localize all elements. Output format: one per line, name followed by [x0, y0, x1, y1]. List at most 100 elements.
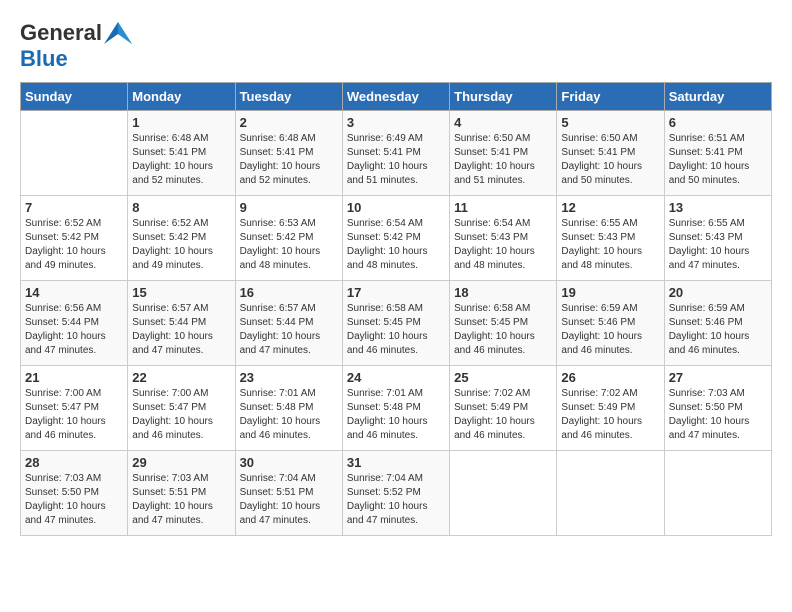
day-info: Sunrise: 6:55 AM Sunset: 5:43 PM Dayligh… [561, 217, 659, 273]
calendar-cell [450, 451, 557, 536]
day-number: 24 [347, 370, 445, 385]
day-info: Sunrise: 7:00 AM Sunset: 5:47 PM Dayligh… [132, 387, 230, 443]
day-info: Sunrise: 6:53 AM Sunset: 5:42 PM Dayligh… [240, 217, 338, 273]
day-info: Sunrise: 6:54 AM Sunset: 5:43 PM Dayligh… [454, 217, 552, 273]
day-number: 11 [454, 200, 552, 215]
calendar-cell: 22Sunrise: 7:00 AM Sunset: 5:47 PM Dayli… [128, 366, 235, 451]
logo-general: General [20, 20, 132, 46]
calendar-cell: 10 Sunrise: 6:54 AM Sunset: 5:42 PM Dayli… [342, 196, 449, 281]
day-info: Sunrise: 6:58 AM Sunset: 5:45 PM Dayligh… [454, 302, 552, 358]
day-info: Sunrise: 6:52 AM Sunset: 5:42 PM Dayligh… [25, 217, 123, 273]
calendar-cell: 13Sunrise: 6:55 AM Sunset: 5:43 PM Dayli… [664, 196, 771, 281]
day-info: Sunrise: 6:52 AM Sunset: 5:42 PM Dayligh… [132, 217, 230, 273]
day-info: Sunrise: 7:03 AM Sunset: 5:50 PM Dayligh… [669, 387, 767, 443]
day-info: Sunrise: 7:02 AM Sunset: 5:49 PM Dayligh… [561, 387, 659, 443]
day-number: 17 [347, 285, 445, 300]
calendar-cell: 26Sunrise: 7:02 AM Sunset: 5:49 PM Dayli… [557, 366, 664, 451]
weekday-header-monday: Monday [128, 83, 235, 111]
calendar-week-3: 14 Sunrise: 6:56 AM Sunset: 5:44 PM Dayli… [21, 281, 772, 366]
day-info: Sunrise: 6:51 AM Sunset: 5:41 PM Dayligh… [669, 132, 767, 188]
day-number: 12 [561, 200, 659, 215]
calendar-cell: 15Sunrise: 6:57 AM Sunset: 5:44 PM Dayli… [128, 281, 235, 366]
day-number: 9 [240, 200, 338, 215]
day-info: Sunrise: 7:03 AM Sunset: 5:51 PM Dayligh… [132, 472, 230, 528]
calendar-cell: 18 Sunrise: 6:58 AM Sunset: 5:45 PM Dayli… [450, 281, 557, 366]
day-number: 7 [25, 200, 123, 215]
logo: General Blue [20, 20, 132, 72]
day-info: Sunrise: 6:57 AM Sunset: 5:44 PM Dayligh… [240, 302, 338, 358]
weekday-header-saturday: Saturday [664, 83, 771, 111]
calendar-cell [557, 451, 664, 536]
weekday-header-tuesday: Tuesday [235, 83, 342, 111]
day-number: 10 [347, 200, 445, 215]
day-number: 13 [669, 200, 767, 215]
calendar-cell: 23 Sunrise: 7:01 AM Sunset: 5:48 PM Dayli… [235, 366, 342, 451]
calendar-cell: 31 Sunrise: 7:04 AM Sunset: 5:52 PM Dayli… [342, 451, 449, 536]
day-number: 18 [454, 285, 552, 300]
day-number: 16 [240, 285, 338, 300]
calendar-cell: 9 Sunrise: 6:53 AM Sunset: 5:42 PM Daylig… [235, 196, 342, 281]
day-info: Sunrise: 6:59 AM Sunset: 5:46 PM Dayligh… [669, 302, 767, 358]
day-info: Sunrise: 7:01 AM Sunset: 5:48 PM Dayligh… [240, 387, 338, 443]
calendar-cell [21, 111, 128, 196]
day-info: Sunrise: 6:56 AM Sunset: 5:44 PM Dayligh… [25, 302, 123, 358]
calendar-cell: 1Sunrise: 6:48 AM Sunset: 5:41 PM Daylig… [128, 111, 235, 196]
day-number: 6 [669, 115, 767, 130]
day-info: Sunrise: 6:50 AM Sunset: 5:41 PM Dayligh… [454, 132, 552, 188]
calendar-week-5: 28 Sunrise: 7:03 AM Sunset: 5:50 PM Dayli… [21, 451, 772, 536]
day-number: 31 [347, 455, 445, 470]
calendar-table: SundayMondayTuesdayWednesdayThursdayFrid… [20, 82, 772, 536]
calendar-cell: 12 Sunrise: 6:55 AM Sunset: 5:43 PM Dayli… [557, 196, 664, 281]
day-number: 21 [25, 370, 123, 385]
calendar-cell: 27 Sunrise: 7:03 AM Sunset: 5:50 PM Dayli… [664, 366, 771, 451]
day-number: 23 [240, 370, 338, 385]
calendar-cell: 17 Sunrise: 6:58 AM Sunset: 5:45 PM Dayli… [342, 281, 449, 366]
day-info: Sunrise: 7:03 AM Sunset: 5:50 PM Dayligh… [25, 472, 123, 528]
day-number: 28 [25, 455, 123, 470]
day-number: 27 [669, 370, 767, 385]
calendar-cell: 6 Sunrise: 6:51 AM Sunset: 5:41 PM Daylig… [664, 111, 771, 196]
calendar-cell: 19 Sunrise: 6:59 AM Sunset: 5:46 PM Dayli… [557, 281, 664, 366]
page-header: General Blue [20, 20, 772, 72]
calendar-cell: 30 Sunrise: 7:04 AM Sunset: 5:51 PM Dayli… [235, 451, 342, 536]
day-number: 15 [132, 285, 230, 300]
calendar-week-1: 1Sunrise: 6:48 AM Sunset: 5:41 PM Daylig… [21, 111, 772, 196]
day-info: Sunrise: 6:54 AM Sunset: 5:42 PM Dayligh… [347, 217, 445, 273]
calendar-cell: 2Sunrise: 6:48 AM Sunset: 5:41 PM Daylig… [235, 111, 342, 196]
day-info: Sunrise: 7:01 AM Sunset: 5:48 PM Dayligh… [347, 387, 445, 443]
day-number: 19 [561, 285, 659, 300]
calendar-cell: 14 Sunrise: 6:56 AM Sunset: 5:44 PM Dayli… [21, 281, 128, 366]
day-number: 30 [240, 455, 338, 470]
day-info: Sunrise: 6:58 AM Sunset: 5:45 PM Dayligh… [347, 302, 445, 358]
day-info: Sunrise: 7:04 AM Sunset: 5:51 PM Dayligh… [240, 472, 338, 528]
calendar-cell: 7 Sunrise: 6:52 AM Sunset: 5:42 PM Daylig… [21, 196, 128, 281]
logo-bird-icon [104, 22, 132, 44]
day-number: 5 [561, 115, 659, 130]
day-number: 8 [132, 200, 230, 215]
calendar-cell: 24 Sunrise: 7:01 AM Sunset: 5:48 PM Dayli… [342, 366, 449, 451]
calendar-cell: 4 Sunrise: 6:50 AM Sunset: 5:41 PM Daylig… [450, 111, 557, 196]
day-info: Sunrise: 6:49 AM Sunset: 5:41 PM Dayligh… [347, 132, 445, 188]
calendar-cell: 25 Sunrise: 7:02 AM Sunset: 5:49 PM Dayli… [450, 366, 557, 451]
day-number: 14 [25, 285, 123, 300]
weekday-header-wednesday: Wednesday [342, 83, 449, 111]
calendar-cell [664, 451, 771, 536]
day-info: Sunrise: 7:02 AM Sunset: 5:49 PM Dayligh… [454, 387, 552, 443]
weekday-header-thursday: Thursday [450, 83, 557, 111]
calendar-cell: 11 Sunrise: 6:54 AM Sunset: 5:43 PM Dayli… [450, 196, 557, 281]
calendar-week-2: 7 Sunrise: 6:52 AM Sunset: 5:42 PM Daylig… [21, 196, 772, 281]
day-number: 25 [454, 370, 552, 385]
day-info: Sunrise: 6:48 AM Sunset: 5:41 PM Dayligh… [132, 132, 230, 188]
day-number: 2 [240, 115, 338, 130]
day-info: Sunrise: 7:04 AM Sunset: 5:52 PM Dayligh… [347, 472, 445, 528]
calendar-cell: 5Sunrise: 6:50 AM Sunset: 5:41 PM Daylig… [557, 111, 664, 196]
calendar-cell: 28 Sunrise: 7:03 AM Sunset: 5:50 PM Dayli… [21, 451, 128, 536]
calendar-cell: 21 Sunrise: 7:00 AM Sunset: 5:47 PM Dayli… [21, 366, 128, 451]
calendar-header-row: SundayMondayTuesdayWednesdayThursdayFrid… [21, 83, 772, 111]
day-info: Sunrise: 6:59 AM Sunset: 5:46 PM Dayligh… [561, 302, 659, 358]
day-info: Sunrise: 7:00 AM Sunset: 5:47 PM Dayligh… [25, 387, 123, 443]
day-number: 4 [454, 115, 552, 130]
day-number: 3 [347, 115, 445, 130]
calendar-cell: 8 Sunrise: 6:52 AM Sunset: 5:42 PM Daylig… [128, 196, 235, 281]
calendar-cell: 20Sunrise: 6:59 AM Sunset: 5:46 PM Dayli… [664, 281, 771, 366]
